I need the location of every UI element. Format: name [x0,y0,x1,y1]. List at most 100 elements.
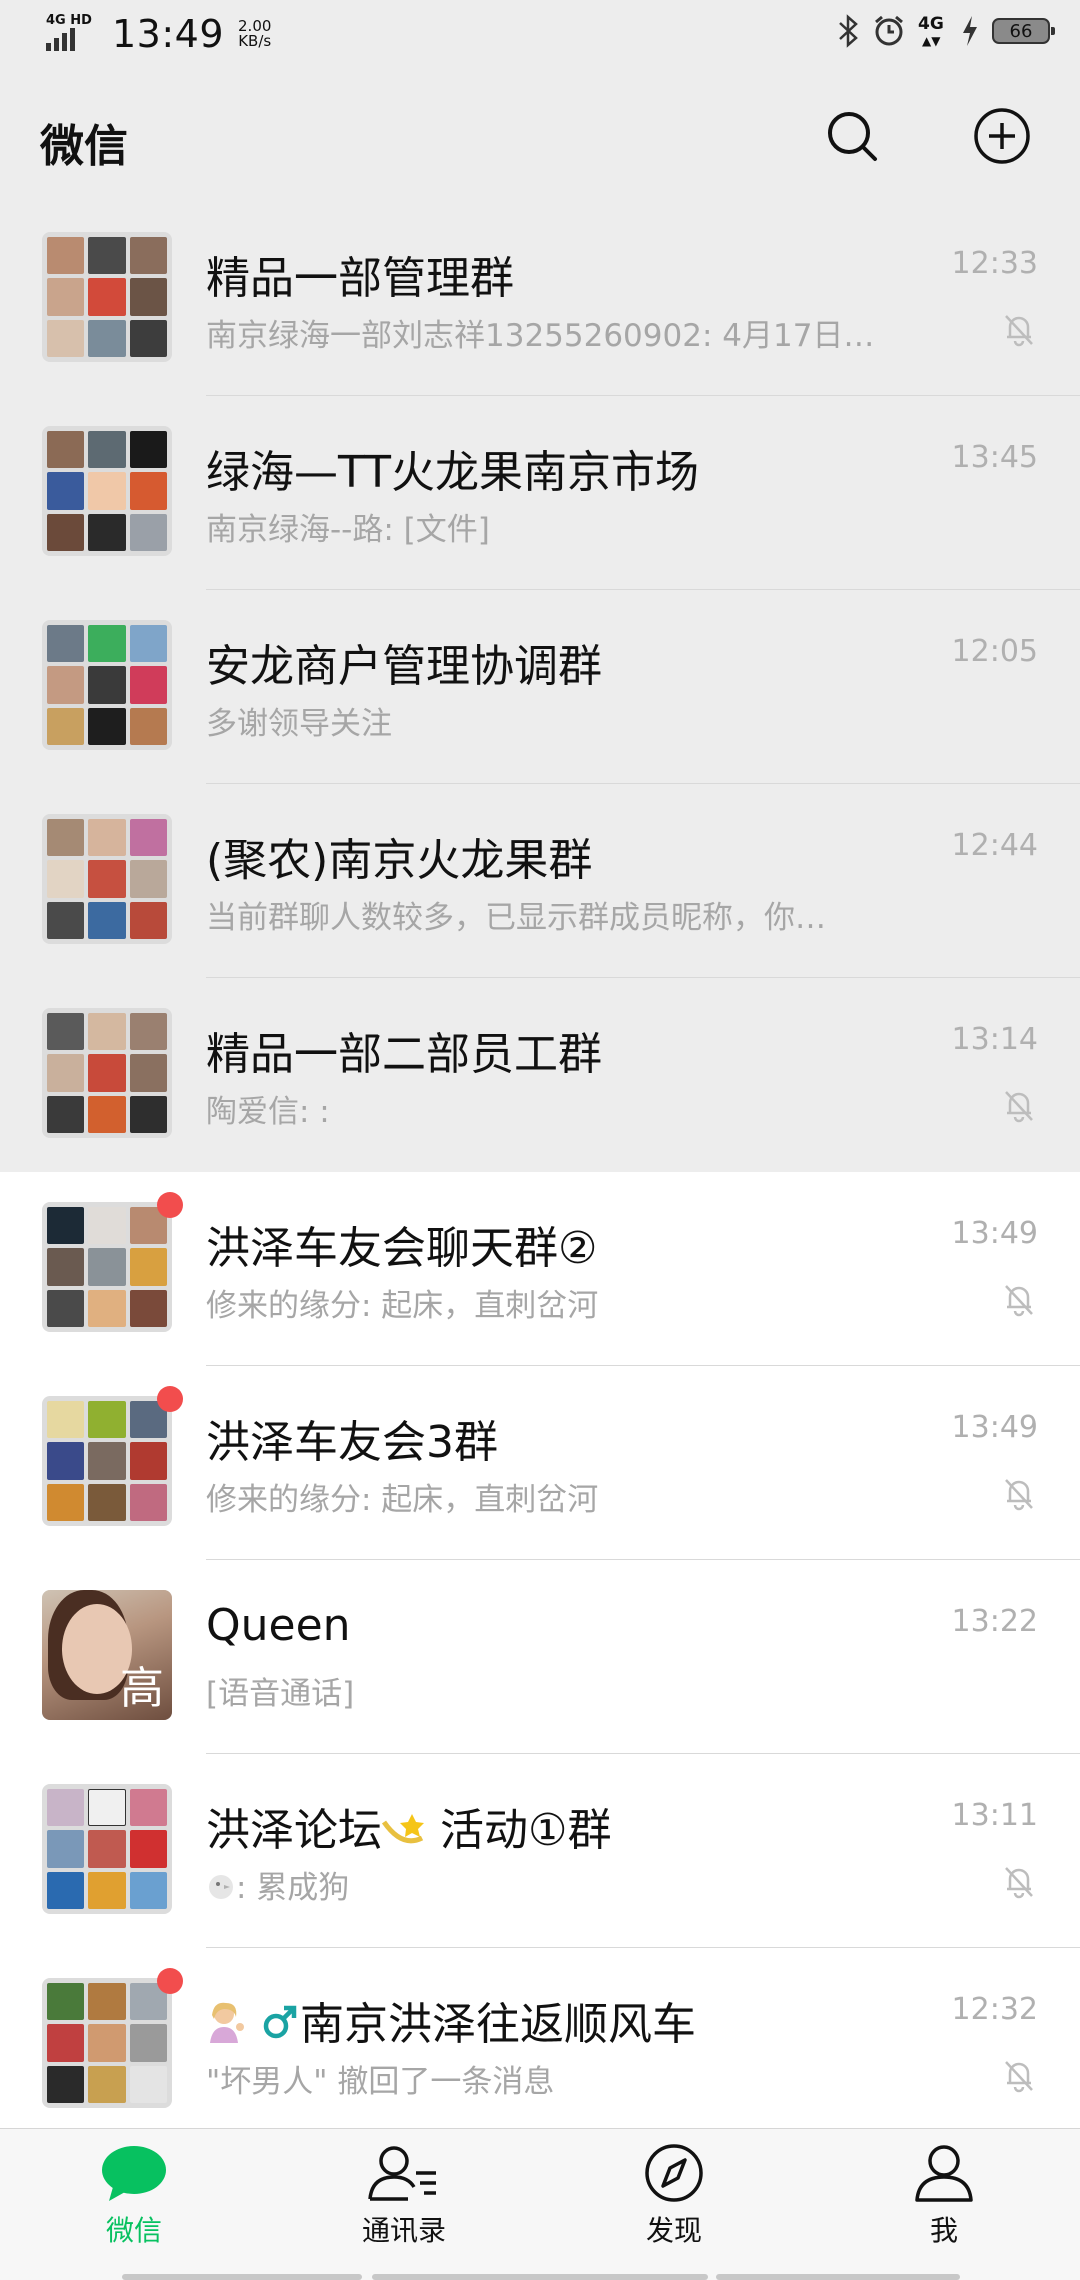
group-avatar [42,1202,172,1332]
mute-bell-icon [1005,1867,1033,1899]
chat-preview: [语音通话] [206,1676,355,1712]
person-icon [915,2145,973,2202]
chat-item[interactable]: 精品一部管理群 南京绿海一部刘志祥13255260902: 4月17日… 12:… [0,202,1080,396]
page-title: 微信 [40,121,128,172]
chat-name: 精品一部管理群 [206,253,514,304]
battery-icon: 66 [992,18,1055,44]
chat-name: 安龙商户管理协调群 [206,641,602,692]
chat-item[interactable]: 精品一部二部员工群 陶爱信: : 13:14 [0,978,1080,1172]
group-avatar [42,232,172,362]
tab-label: 发现 [645,2214,702,2247]
battery-level: 66 [1009,20,1033,42]
contacts-icon [368,2146,436,2201]
chat-item[interactable]: 洪泽车友会3群 修来的缘分: 起床，直刺岔河 13:49 [0,1366,1080,1560]
group-avatar [42,1396,172,1526]
chat-item[interactable]: 洪泽车友会聊天群② 修来的缘分: 起床，直刺岔河 13:49 [0,1172,1080,1366]
chat-time: 13:11 [951,1798,1038,1833]
chat-time: 13:14 [951,1022,1038,1057]
tab-discover[interactable]: 发现 [604,2143,744,2263]
group-avatar [42,426,172,556]
chat-item[interactable]: 高 Queen [语音通话] 13:22 [0,1560,1080,1754]
chat-preview-text: : 累成狗 [236,1870,350,1906]
chat-time: 12:33 [951,246,1038,281]
chat-name: 绿海—TT火龙果南京市场 [206,447,699,498]
group-avatar [42,814,172,944]
add-button[interactable] [972,106,1032,166]
chat-name: 南京洪泽往返顺风车 [206,1988,696,2054]
chat-name: 洪泽车友会聊天群② [206,1223,598,1274]
chat-preview: 修来的缘分: 起床，直刺岔河 [206,1288,599,1324]
chat-name: 精品一部二部员工群 [206,1029,602,1080]
group-avatar [42,1978,172,2108]
tab-me[interactable]: 我 [874,2143,1014,2263]
contact-avatar: 高 [42,1590,172,1720]
unread-badge [157,1386,183,1412]
chat-name: (聚农)南京火龙果群 [206,835,593,886]
chat-name-part: 洪泽论坛 [206,1805,382,1856]
chat-preview: 多谢领导关注 [206,706,392,742]
plus-circle-icon [974,108,1030,164]
mute-bell-icon [1005,1285,1033,1317]
chat-item[interactable]: 安龙商户管理协调群 多谢领导关注 12:05 [0,590,1080,784]
network-speed-unit: KB/s [238,32,272,50]
chat-time: 12:44 [951,828,1038,863]
chat-list: 精品一部管理群 南京绿海一部刘志祥13255260902: 4月17日… 12:… [0,202,1080,2142]
chat-name: Queen [206,1600,351,1651]
chat-preview: 当前群聊人数较多，已显示群成员昵称，你… [206,900,826,936]
chat-time: 13:22 [951,1604,1038,1639]
chat-item[interactable]: 绿海—TT火龙果南京市场 南京绿海--路: [文件] 13:45 [0,396,1080,590]
network-speed: 2.00 KB/s [238,19,271,49]
chat-preview: 南京绿海--路: [文件] [206,512,490,548]
nav-indicator [122,2274,362,2280]
cellular-signal-icon: 4G HD [44,13,98,55]
chat-preview: : 累成狗 [206,1862,349,1909]
chat-preview: 陶爱信: : [206,1094,330,1130]
chat-time: 13:45 [951,440,1038,475]
bird-avatar-icon [206,1871,236,1909]
chat-preview: 南京绿海一部刘志祥13255260902: 4月17日… [206,318,875,354]
mute-bell-icon [1005,1091,1033,1123]
mute-bell-icon [1005,1479,1033,1511]
tab-label: 我 [929,2214,958,2247]
nav-indicator [372,2274,708,2280]
chat-preview: "坏男人" 撤回了一条消息 [206,2064,555,2100]
charging-icon [963,16,977,46]
status-bar: 4G HD 13:49 2.00 KB/s 4G ▲▼ 66 [0,0,1080,70]
tab-contacts[interactable]: 通讯录 [334,2143,474,2263]
tab-chats[interactable]: 微信 [64,2143,204,2263]
chat-item[interactable]: 南京洪泽往返顺风车 "坏男人" 撤回了一条消息 12:32 [0,1948,1080,2142]
network-type-label: 4G HD [46,13,92,28]
chat-time: 13:49 [951,1410,1038,1445]
search-icon [828,112,877,161]
chat-name-text: 南京洪泽往返顺风车 [300,1999,696,2050]
compass-icon [645,2144,703,2202]
bottom-tab-bar: 微信 通讯录 发现 我 [0,2128,1080,2280]
woman-tipping-hand-icon [206,2001,246,2054]
group-avatar [42,1008,172,1138]
chat-time: 12:05 [951,634,1038,669]
group-avatar [42,1784,172,1914]
unread-badge [157,1192,183,1218]
alarm-icon [875,15,903,46]
chat-name: 洪泽车友会3群 [206,1417,498,1468]
male-sign-icon [260,2001,300,2053]
nav-indicator [716,2274,960,2280]
search-button[interactable] [822,106,882,166]
bluetooth-icon [839,14,858,48]
status-time: 13:49 [112,12,225,56]
mobile-data-icon: 4G ▲▼ [918,14,944,48]
chat-preview: 修来的缘分: 起床，直刺岔河 [206,1482,599,1518]
mute-bell-icon [1005,315,1033,347]
chat-name-suffix: 活动①群 [440,1805,612,1856]
unread-badge [157,1968,183,1994]
tab-label: 微信 [105,2214,162,2247]
app-header: 微信 [0,70,1080,202]
shooting-star-icon [381,1808,426,1859]
group-avatar [42,620,172,750]
chat-item[interactable]: 洪泽论坛 活动①群 : 累成狗 13:11 [0,1754,1080,1948]
chat-bubble-icon [102,2146,166,2201]
chat-name: 洪泽论坛 活动①群 [206,1794,611,1859]
mute-bell-icon [1005,2061,1033,2093]
mobile-data-label: 4G [918,14,944,34]
chat-item[interactable]: (聚农)南京火龙果群 当前群聊人数较多，已显示群成员昵称，你… 12:44 [0,784,1080,978]
